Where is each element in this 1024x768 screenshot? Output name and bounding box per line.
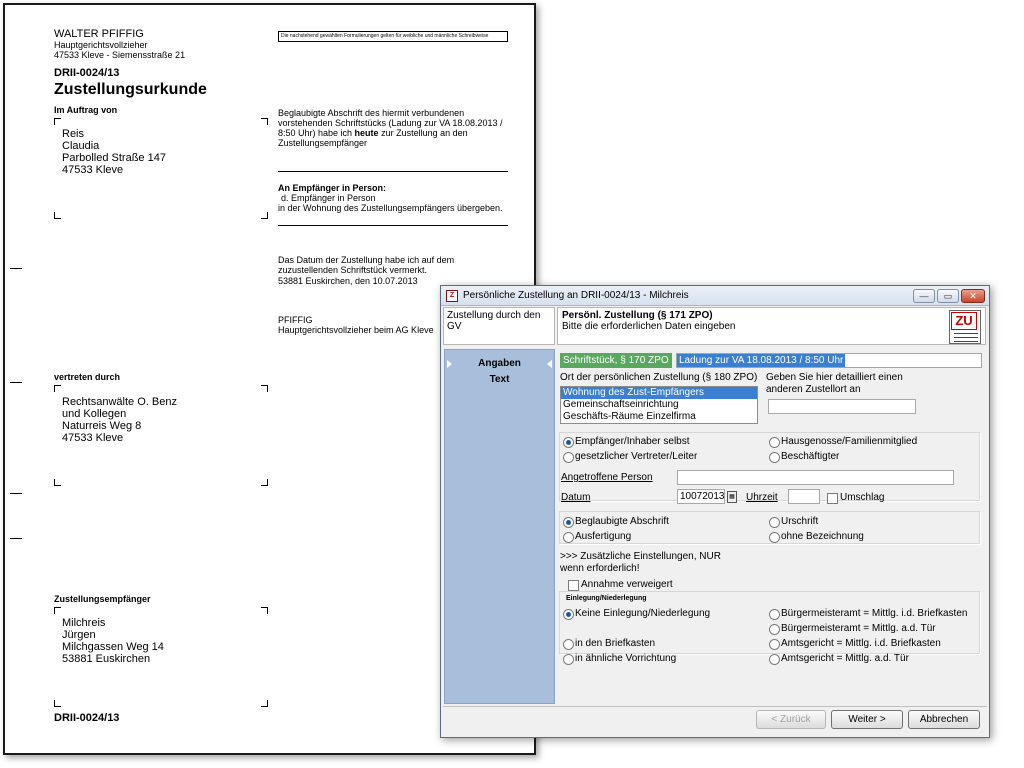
close-button[interactable]: ✕ (961, 289, 985, 303)
annahme-verweigert-checkbox[interactable]: Annahme verweigert (567, 579, 673, 591)
list-item[interactable]: Geschäfts-Räume Einzelfirma (561, 411, 757, 423)
address-corner (54, 700, 61, 707)
case-number: DRII-0024/13 (54, 67, 120, 79)
radio-ohne-bezeichnung[interactable]: ohne Bezeichnung (767, 531, 864, 543)
radio-beschaeftigter[interactable]: Beschäftigter (767, 451, 839, 463)
certified-copy-text: Beglaubigte Abschrift des hiermit verbun… (278, 108, 503, 148)
document-tag: Schriftstück, § 170 ZPO (560, 353, 672, 368)
sender-title: Hauptgerichtsvollzieher (54, 40, 148, 50)
divider (278, 171, 508, 172)
radio-aehnliche-vorrichtung[interactable]: in ähnliche Vorrichtung (561, 653, 676, 665)
next-button[interactable]: Weiter > (831, 710, 903, 729)
vertreten-label: vertreten durch (54, 372, 121, 382)
document-field[interactable]: Ladung zur VA 18.08.2013 / 8:50 Uhr (676, 353, 982, 368)
client-address: Reis Claudia Parbolled Straße 147 47533 … (62, 128, 166, 176)
window-title: Persönliche Zustellung an DRII-0024/13 -… (463, 290, 689, 301)
document-title: Zustellungsurkunde (54, 81, 207, 98)
datum-input[interactable]: 10072013 (677, 489, 725, 504)
radio-ag-briefkasten[interactable]: Amtsgericht = Mittlg. i.d. Briefkasten (767, 638, 941, 650)
empfaenger-label: Zustellungsempfänger (54, 594, 151, 604)
radio-bgm-tuer[interactable]: Bürgermeisteramt = Mittlg. a.d. Tür (767, 623, 936, 635)
sidebar: Angaben Text (444, 349, 555, 704)
title-bar[interactable]: Z Persönliche Zustellung an DRII-0024/13… (441, 286, 989, 306)
fold-mark (10, 493, 22, 494)
recipient-address: Milchreis Jürgen Milchgassen Weg 14 5388… (62, 617, 164, 665)
datum-label: Datum (561, 492, 591, 503)
uhrzeit-label: Uhrzeit (746, 492, 778, 503)
minimize-button[interactable]: — (913, 289, 935, 303)
radio-ausfertigung[interactable]: Ausfertigung (561, 531, 631, 543)
radio-beglaubigte-abschrift[interactable]: Beglaubigte Abschrift (561, 516, 669, 528)
address-corner (54, 118, 61, 125)
calendar-icon[interactable]: ▦ (727, 491, 737, 503)
header-subtitle: Bitte die erforderlichen Daten eingeben (562, 321, 736, 332)
address-corner (54, 479, 61, 486)
address-corner (261, 479, 268, 486)
address-corner (261, 385, 268, 392)
radio-urschrift[interactable]: Urschrift (767, 516, 818, 528)
ort-label: Ort der persönlichen Zustellung (§ 180 Z… (560, 372, 758, 383)
zu-document-icon: ZU (949, 310, 981, 344)
umschlag-checkbox[interactable]: Umschlag (826, 492, 884, 504)
fold-mark (10, 382, 22, 383)
main-panel: Schriftstück, § 170 ZPO Ladung zur VA 18… (558, 349, 987, 704)
header-left: Zustellung durch den GV (443, 307, 555, 345)
sidebar-item-text[interactable]: Text (445, 372, 554, 388)
radio-briefkasten[interactable]: in den Briefkasten (561, 638, 655, 650)
radio-bgm-briefkasten[interactable]: Bürgermeisteramt = Mittlg. i.d. Briefkas… (767, 608, 967, 620)
address-corner (261, 212, 268, 219)
fold-mark (10, 538, 22, 539)
gender-notice: Die nachstehend gewählten Formulierungen… (278, 31, 508, 42)
address-corner (261, 118, 268, 125)
zustellung-dialog: Z Persönliche Zustellung an DRII-0024/13… (440, 285, 990, 738)
list-item[interactable]: Gemeinschaftseinrichtung (561, 399, 757, 411)
footer-case-number: DRII-0024/13 (54, 712, 120, 724)
ort-listbox[interactable]: Wohnung des Zust-Empfängers Gemeinschaft… (560, 386, 758, 424)
radio-ag-tuer[interactable]: Amtsgericht = Mittlg. a.d. Tür (767, 653, 909, 665)
recipient-line: in der Wohnung des Zustellungsempfängers… (278, 203, 503, 213)
angetroffene-label: Angetroffene Person (561, 472, 653, 483)
fold-mark (10, 268, 22, 269)
sender-name: WALTER PFIFFIG (54, 28, 144, 40)
radio-gesetzlicher-vertreter[interactable]: gesetzlicher Vertreter/Leiter (561, 451, 697, 463)
recipient-line: d. Empfänger in Person (281, 193, 376, 203)
date-note: Das Datum der Zustellung habe ich auf de… (278, 255, 455, 275)
back-button[interactable]: < Zurück (756, 710, 826, 729)
cancel-button[interactable]: Abbrechen (908, 710, 980, 729)
im-auftrag-label: Im Auftrag von (54, 105, 118, 115)
detail-input[interactable] (768, 399, 916, 414)
signer-name: PFIFFIG (278, 315, 313, 325)
sender-address: 47533 Kleve - Siemensstraße 21 (54, 50, 186, 60)
sidebar-item-angaben[interactable]: Angaben (445, 356, 554, 372)
footer-divider (443, 706, 987, 707)
signer-title: Hauptgerichtsvollzieher beim AG Kleve (278, 325, 434, 335)
app-icon: Z (446, 290, 458, 302)
place-date: 53881 Euskirchen, den 10.07.2013 (278, 276, 418, 286)
radio-hausgenosse[interactable]: Hausgenosse/Familienmitglied (767, 436, 917, 448)
header-title: Persönl. Zustellung (§ 171 ZPO) (562, 310, 713, 321)
address-corner (261, 700, 268, 707)
radio-empfaenger-selbst[interactable]: Empfänger/Inhaber selbst (561, 436, 690, 448)
uhrzeit-input[interactable] (788, 489, 820, 504)
address-corner (54, 607, 61, 614)
address-corner (54, 385, 61, 392)
arrow-right-icon (447, 360, 452, 368)
radio-keine-einlegung[interactable]: Keine Einlegung/Niederlegung (561, 608, 710, 620)
extra-settings-line1: >>> Zusätzliche Einstellungen, NUR (560, 551, 721, 562)
header-panel: Persönl. Zustellung (§ 171 ZPO) Bitte di… (557, 307, 986, 345)
address-corner (54, 212, 61, 219)
list-item[interactable]: Wohnung des Zust-Empfängers (561, 387, 757, 399)
maximize-button[interactable]: ▭ (937, 289, 959, 303)
divider (278, 225, 508, 226)
recipient-heading: An Empfänger in Person: (278, 183, 387, 193)
representative-address: Rechtsanwälte O. Benz und Kollegen Natur… (62, 396, 177, 444)
address-corner (261, 607, 268, 614)
einlegung-heading: Einlegung/Niederlegung (566, 595, 647, 602)
angetroffene-input[interactable] (677, 470, 954, 485)
detail-label: Geben Sie hier detailliert einen anderen… (766, 372, 903, 395)
arrow-left-icon (547, 360, 552, 368)
extra-settings-line2: wenn erforderlich! (560, 563, 640, 574)
